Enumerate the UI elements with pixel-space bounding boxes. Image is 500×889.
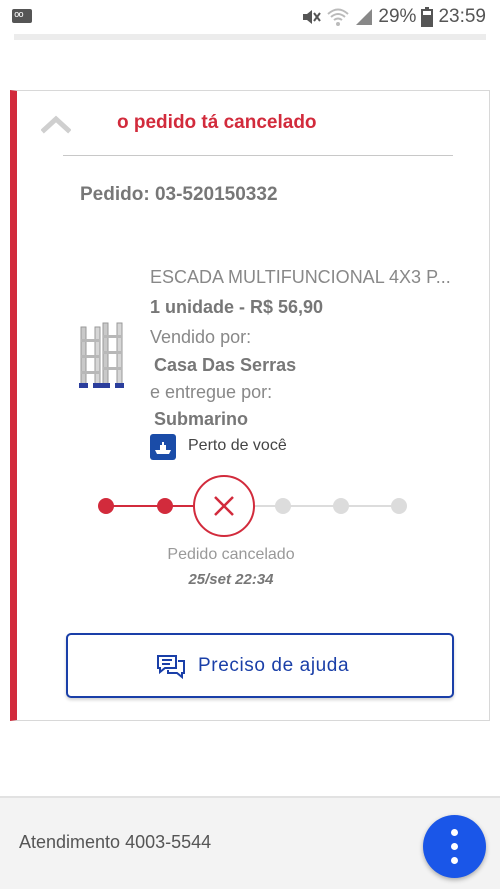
timeline-step-pending <box>275 498 291 514</box>
wifi-icon <box>327 8 350 26</box>
mute-icon <box>303 10 322 24</box>
delivered-by-label: e entregue por: <box>150 382 273 402</box>
store-pickup-icon <box>150 434 176 460</box>
seller-name: Casa Das Serras <box>154 355 297 375</box>
status-bar: oo 29% 23:59 <box>0 0 500 34</box>
chevron-up-icon[interactable] <box>41 113 71 135</box>
battery-icon <box>421 7 434 27</box>
order-status-title: o pedido tá cancelado <box>117 112 317 133</box>
cancel-x-icon <box>214 496 234 516</box>
timeline-step-pending <box>391 498 407 514</box>
more-vertical-icon[interactable] <box>423 815 486 878</box>
near-you-label: Perto de você <box>188 437 287 454</box>
order-number: Pedido: 03-520150332 <box>80 184 278 205</box>
order-card: o pedido tá cancelado Pedido: 03-5201503… <box>10 90 490 721</box>
chat-icon <box>157 655 185 680</box>
help-button-label: Preciso de ajuda <box>198 655 350 676</box>
sold-by-label: Vendido por: <box>150 327 252 347</box>
help-button[interactable]: Preciso de ajuda <box>66 633 454 698</box>
product-qty-price: 1 unidade - R$ 56,90 <box>150 297 324 317</box>
screen: oo 29% 23:59 o pedido tá cancelado Pedid… <box>0 0 500 889</box>
product-image[interactable] <box>75 319 127 391</box>
timeline-step-cancelled <box>193 475 255 537</box>
deliverer-name: Submarino <box>154 409 249 429</box>
timeline-status-date: 25/set 22:34 <box>188 571 274 588</box>
battery-percent: 29% <box>378 6 417 27</box>
clock: 23:59 <box>438 6 486 27</box>
divider <box>63 155 453 156</box>
product-name[interactable]: ESCADA MULTIFUNCIONAL 4X3 P... <box>150 267 460 288</box>
voicemail-icon: oo <box>12 9 32 23</box>
support-phone[interactable]: Atendimento 4003-5544 <box>19 832 211 853</box>
timeline-step-pending <box>333 498 349 514</box>
signal-icon <box>356 9 373 25</box>
timeline-step-done <box>98 498 114 514</box>
footer-bar: Atendimento 4003-5544 <box>0 796 500 889</box>
timeline-status-label: Pedido cancelado <box>167 546 295 563</box>
top-divider <box>14 34 486 40</box>
status-icons: 29% 23:59 <box>301 5 486 29</box>
timeline-step-done <box>157 498 173 514</box>
